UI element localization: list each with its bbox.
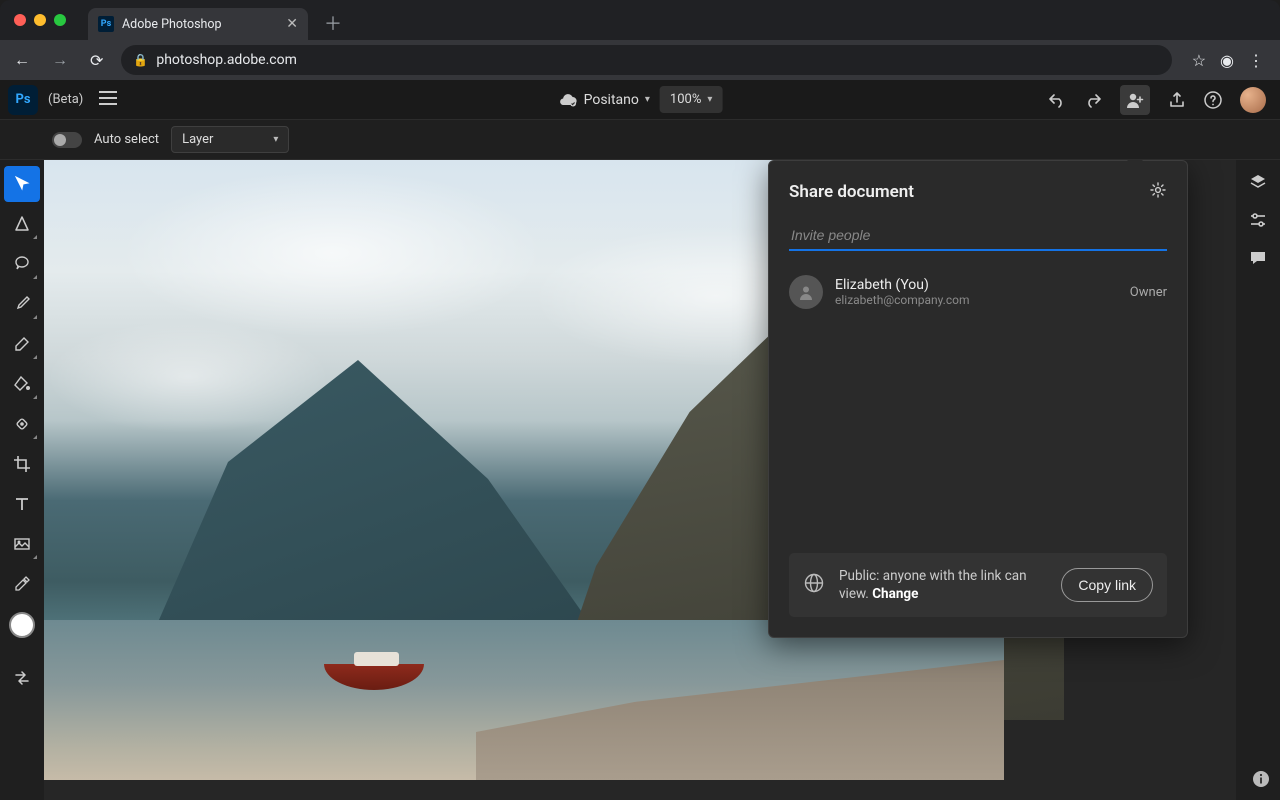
redo-button[interactable] xyxy=(1084,92,1102,108)
address-bar[interactable]: 🔒 photoshop.adobe.com xyxy=(121,45,1171,75)
cloud-icon xyxy=(558,93,578,107)
document-name-dropdown[interactable]: Positano ▾ xyxy=(558,92,650,108)
eyedropper-tool[interactable] xyxy=(4,566,40,602)
crop-tool[interactable] xyxy=(4,446,40,482)
right-panel-rail xyxy=(1236,160,1280,800)
copy-link-button[interactable]: Copy link xyxy=(1061,568,1153,602)
forward-button[interactable]: → xyxy=(48,46,72,74)
collaborator-row: Elizabeth (You) elizabeth@company.com Ow… xyxy=(789,275,1167,309)
browser-toolbar: ← → ⟳ 🔒 photoshop.adobe.com ☆ ◉ ⋮ xyxy=(0,40,1280,80)
minimize-window-icon[interactable] xyxy=(34,14,46,26)
auto-select-target-dropdown[interactable]: Layer ▾ xyxy=(171,126,289,153)
lock-icon: 🔒 xyxy=(133,53,148,67)
browser-tab-title: Adobe Photoshop xyxy=(122,17,222,32)
fill-tool[interactable] xyxy=(4,366,40,402)
zoom-value: 100% xyxy=(670,92,701,107)
layers-panel-button[interactable] xyxy=(1248,172,1268,196)
chevron-down-icon: ▾ xyxy=(273,134,278,145)
zoom-dropdown[interactable]: 100% ▾ xyxy=(660,86,722,113)
auto-select-target-value: Layer xyxy=(182,132,213,147)
invite-button[interactable] xyxy=(1120,85,1150,115)
home-logo-button[interactable]: Ps xyxy=(8,85,38,115)
place-image-tool[interactable] xyxy=(4,526,40,562)
spot-heal-tool[interactable] xyxy=(4,406,40,442)
app-header: Ps (Beta) Positano ▾ 100% ▾ xyxy=(0,80,1280,120)
help-button[interactable] xyxy=(1204,91,1222,109)
browser-tabstrip: Ps Adobe Photoshop ✕ ＋ xyxy=(0,0,1280,40)
properties-panel-button[interactable] xyxy=(1248,210,1268,234)
document-name: Positano xyxy=(584,92,639,108)
collaborator-role: Owner xyxy=(1130,285,1167,300)
type-tool[interactable] xyxy=(4,486,40,522)
auto-select-label: Auto select xyxy=(94,132,159,147)
chevron-down-icon: ▾ xyxy=(645,94,650,105)
photoshop-app: Ps (Beta) Positano ▾ 100% ▾ xyxy=(0,80,1280,800)
main-menu-button[interactable] xyxy=(99,90,117,109)
options-bar: Auto select Layer ▾ xyxy=(0,120,1280,160)
tools-panel xyxy=(0,160,44,800)
globe-icon xyxy=(803,572,825,598)
work-area: Share document Elizabeth (You) elizabeth… xyxy=(0,160,1280,800)
back-button[interactable]: ← xyxy=(10,46,34,74)
reload-button[interactable]: ⟳ xyxy=(86,47,107,74)
share-document-popover: Share document Elizabeth (You) elizabeth… xyxy=(768,160,1188,638)
chevron-down-icon: ▾ xyxy=(707,94,712,105)
move-tool[interactable] xyxy=(4,166,40,202)
comments-panel-button[interactable] xyxy=(1248,248,1268,272)
share-export-button[interactable] xyxy=(1168,91,1186,109)
brush-tool[interactable] xyxy=(4,286,40,322)
maximize-window-icon[interactable] xyxy=(54,14,66,26)
auto-select-toggle[interactable] xyxy=(52,132,82,148)
eraser-tool[interactable] xyxy=(4,326,40,362)
share-title: Share document xyxy=(789,182,914,202)
canvas-area[interactable]: Share document Elizabeth (You) elizabeth… xyxy=(44,160,1236,800)
info-button[interactable] xyxy=(1252,770,1270,792)
photoshop-favicon-icon: Ps xyxy=(98,16,114,32)
browser-menu-icon[interactable]: ⋮ xyxy=(1248,51,1264,70)
lasso-tool[interactable] xyxy=(4,246,40,282)
close-window-icon[interactable] xyxy=(14,14,26,26)
user-avatar[interactable] xyxy=(1240,87,1266,113)
collaborator-name: Elizabeth (You) xyxy=(835,277,970,293)
person-avatar-icon xyxy=(789,275,823,309)
collaborator-email: elizabeth@company.com xyxy=(835,293,970,307)
link-access-text: Public: anyone with the link can view. xyxy=(839,568,1027,602)
change-link-access-button[interactable]: Change xyxy=(872,586,918,602)
browser-tab[interactable]: Ps Adobe Photoshop ✕ xyxy=(88,8,308,40)
invite-people-input[interactable] xyxy=(789,221,1167,251)
beta-label: (Beta) xyxy=(48,92,83,107)
swap-colors-button[interactable] xyxy=(4,660,40,696)
close-tab-icon[interactable]: ✕ xyxy=(286,16,298,32)
share-settings-button[interactable] xyxy=(1149,181,1167,203)
browser-chrome: Ps Adobe Photoshop ✕ ＋ ← → ⟳ 🔒 photoshop… xyxy=(0,0,1280,80)
artboard-tool[interactable] xyxy=(4,206,40,242)
foreground-background-color[interactable] xyxy=(9,612,35,638)
profile-icon[interactable]: ◉ xyxy=(1220,51,1234,70)
new-tab-button[interactable]: ＋ xyxy=(316,6,350,40)
bookmark-star-icon[interactable]: ☆ xyxy=(1192,51,1206,70)
window-controls[interactable] xyxy=(14,14,66,26)
url-text: photoshop.adobe.com xyxy=(156,52,297,68)
link-access-section: Public: anyone with the link can view. C… xyxy=(789,553,1167,617)
undo-button[interactable] xyxy=(1048,92,1066,108)
